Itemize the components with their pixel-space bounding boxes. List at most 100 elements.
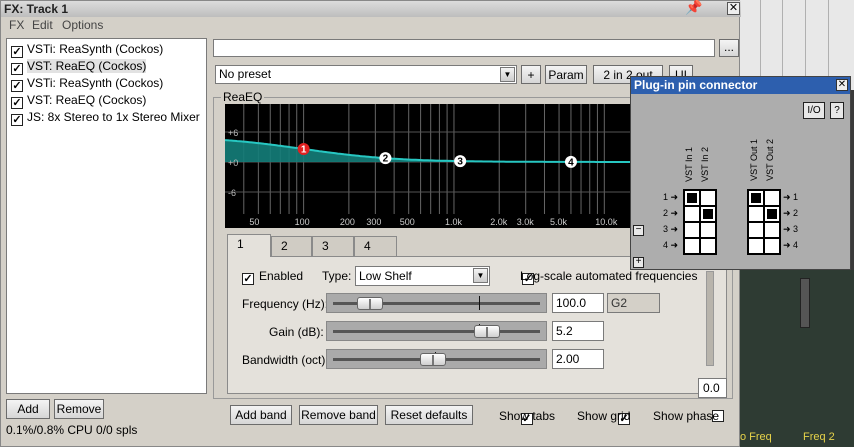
- input-row-label: 2 ➜: [663, 208, 679, 218]
- band-node-4[interactable]: 4: [564, 155, 577, 169]
- fx-enable-checkbox[interactable]: ✓: [11, 114, 23, 126]
- mixer-label: o Freq: [740, 431, 772, 443]
- fx-enable-checkbox[interactable]: ✓: [11, 97, 23, 109]
- preset-combo[interactable]: No preset ▼: [215, 65, 517, 84]
- mixer-fader[interactable]: [800, 278, 810, 328]
- gain-input[interactable]: 5.2: [552, 321, 604, 341]
- type-label: Type:: [322, 269, 352, 283]
- frequency-labels: 50 100 200 300 500 1.0k 2.0k 3.0k 5.0k 10.0k: [249, 217, 617, 227]
- slider-groove: [333, 330, 540, 333]
- fx-item[interactable]: ✓ VST: ReaEQ (Cockos): [11, 58, 206, 75]
- band-node-3[interactable]: 3: [454, 155, 467, 168]
- pin-cell[interactable]: [700, 238, 716, 254]
- output-pin-label: VST Out 1: [749, 139, 759, 181]
- menu-edit[interactable]: Edit: [32, 18, 53, 32]
- add-channel-button[interactable]: +: [633, 257, 644, 268]
- tab-1[interactable]: 1: [227, 234, 271, 257]
- output-level-slider[interactable]: [706, 271, 714, 366]
- chevron-down-icon[interactable]: ▼: [500, 67, 515, 82]
- band-node-label: 1: [301, 145, 307, 156]
- input-row-label: 4 ➜: [663, 240, 679, 250]
- gain-slider[interactable]: [326, 321, 547, 341]
- pin-cell[interactable]: [700, 222, 716, 238]
- slider-center-tick: [479, 296, 480, 310]
- fx-item[interactable]: ✓ VST: ReaEQ (Cockos): [11, 92, 206, 109]
- frequency-note: G2: [607, 293, 660, 313]
- menu-fx[interactable]: FX: [9, 18, 24, 32]
- preset-add-button[interactable]: +: [521, 65, 541, 84]
- band-node-2[interactable]: 2: [379, 152, 392, 165]
- close-icon[interactable]: ✕: [836, 79, 848, 91]
- param-button[interactable]: Param: [545, 65, 587, 84]
- mixer-label: Freq 2: [803, 431, 835, 443]
- frequency-tick-label: 3.0k: [517, 217, 535, 227]
- fx-chain-list[interactable]: ✓ VSTi: ReaSynth (Cockos) ✓ VST: ReaEQ (Co…: [6, 38, 207, 394]
- chevron-down-icon[interactable]: ▼: [473, 268, 488, 283]
- pin-cell[interactable]: [748, 190, 764, 206]
- pin-cell[interactable]: [748, 238, 764, 254]
- type-select[interactable]: Low Shelf ▼: [355, 266, 490, 286]
- pin-icon[interactable]: 📌: [685, 0, 702, 16]
- frequency-slider[interactable]: [326, 293, 547, 313]
- remove-fx-button[interactable]: Remove: [54, 399, 104, 419]
- bandwidth-slider-thumb[interactable]: [419, 353, 446, 366]
- frequency-slider-thumb[interactable]: [356, 297, 383, 310]
- type-select-value: Low Shelf: [359, 269, 412, 283]
- pin-cell[interactable]: [764, 238, 780, 254]
- pin-cell[interactable]: [684, 238, 700, 254]
- pin-connector-title[interactable]: Plug-in pin connector: [631, 77, 850, 94]
- fx-enable-checkbox[interactable]: ✓: [11, 46, 23, 58]
- remove-band-button[interactable]: Remove band: [299, 405, 378, 425]
- gain-slider-thumb[interactable]: [474, 325, 501, 338]
- pin-cell[interactable]: [764, 190, 780, 206]
- frequency-input[interactable]: 100.0: [552, 293, 604, 313]
- fx-enable-checkbox[interactable]: ✓: [11, 80, 23, 92]
- frequency-tick-label: 1.0k: [445, 217, 463, 227]
- output-row-label: ➜ 2: [783, 208, 799, 218]
- pin-connector-window: Plug-in pin connector ✕ I/O ? VST In 1 V…: [630, 76, 851, 270]
- help-button[interactable]: ?: [830, 102, 844, 119]
- input-row-label: 1 ➜: [663, 192, 679, 202]
- db-label: +0: [228, 158, 238, 168]
- close-button[interactable]: ✕: [727, 2, 740, 15]
- eq-graph[interactable]: +6 +0 -6 50 100 200 300 500 1.0k 2.0k 3.0k 5.0k 10.…: [225, 104, 635, 228]
- enabled-checkbox[interactable]: ✓: [242, 273, 254, 285]
- add-fx-button[interactable]: Add: [6, 399, 50, 419]
- pin-cell[interactable]: [684, 206, 700, 222]
- pin-cell[interactable]: [764, 206, 780, 222]
- reset-defaults-button[interactable]: Reset defaults: [385, 405, 473, 425]
- frequency-tick-label: 50: [249, 217, 259, 227]
- pin-cell[interactable]: [684, 222, 700, 238]
- pin-cell[interactable]: [748, 206, 764, 222]
- db-label: +6: [228, 128, 238, 138]
- bandwidth-input[interactable]: 2.00: [552, 349, 604, 369]
- fx-item[interactable]: ✓ VSTi: ReaSynth (Cockos): [11, 75, 206, 92]
- pin-cell[interactable]: [700, 206, 716, 222]
- pin-cell[interactable]: [748, 222, 764, 238]
- frequency-label: Frequency (Hz):: [242, 297, 329, 311]
- fx-item[interactable]: ✓ JS: 8x Stereo to 1x Stereo Mixer: [11, 109, 206, 126]
- bandwidth-slider[interactable]: [326, 349, 547, 369]
- fx-item[interactable]: ✓ VSTi: ReaSynth (Cockos): [11, 41, 206, 58]
- pin-cell[interactable]: [764, 222, 780, 238]
- tab-3[interactable]: 3: [312, 236, 354, 257]
- remove-channel-button[interactable]: −: [633, 225, 644, 236]
- menu-options[interactable]: Options: [62, 18, 103, 32]
- title-bar[interactable]: FX: Track 1 📌 ✕: [1, 0, 741, 17]
- preset-name-field[interactable]: [213, 39, 715, 57]
- output-level-value[interactable]: 0.0: [698, 378, 727, 398]
- tab-2[interactable]: 2: [271, 236, 312, 257]
- io-button[interactable]: I/O: [803, 102, 825, 119]
- add-band-button[interactable]: Add band: [230, 405, 292, 425]
- fx-enable-checkbox[interactable]: ✓: [11, 63, 23, 75]
- pin-cell[interactable]: [684, 190, 700, 206]
- frequency-tick-label: 2.0k: [490, 217, 508, 227]
- ellipsis-button[interactable]: ...: [719, 39, 739, 57]
- pin-cell[interactable]: [700, 190, 716, 206]
- input-pin-matrix[interactable]: [683, 189, 717, 255]
- tab-4[interactable]: 4: [354, 236, 397, 257]
- output-pin-matrix[interactable]: [747, 189, 781, 255]
- bandwidth-label: Bandwidth (oct):: [242, 353, 329, 367]
- band-node-label: 2: [383, 154, 389, 165]
- output-row-label: ➜ 1: [783, 192, 799, 202]
